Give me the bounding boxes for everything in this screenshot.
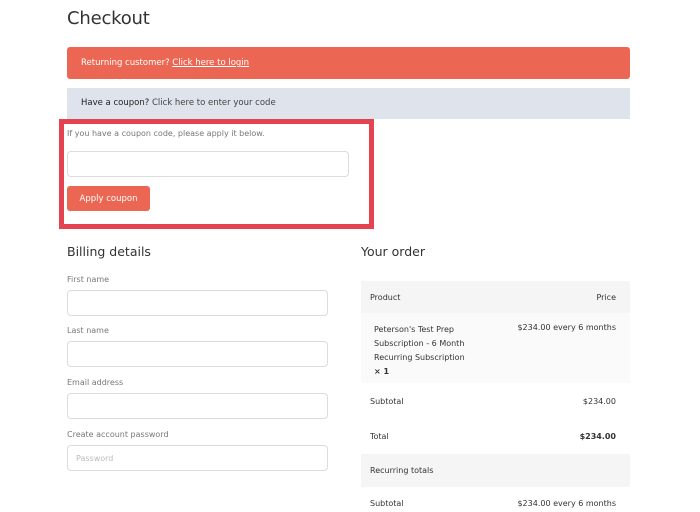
enter-coupon-link[interactable]: Click here to enter your code xyxy=(152,98,276,108)
coupon-code-input[interactable] xyxy=(67,151,349,177)
order-table-header: Product Price xyxy=(361,281,630,313)
recurring-totals-label: Recurring totals xyxy=(370,466,434,475)
product-name-cell: Peterson's Test Prep Subscription - 6 Mo… xyxy=(374,323,484,379)
first-name-field[interactable] xyxy=(67,290,328,316)
your-order-title: Your order xyxy=(361,244,425,259)
page-title: Checkout xyxy=(67,8,150,29)
total-row: Total $234.00 xyxy=(361,419,630,454)
email-address-field[interactable] xyxy=(67,393,328,419)
product-price: $234.00 every 6 months xyxy=(517,323,616,332)
email-address-label: Email address xyxy=(67,378,124,387)
subtotal-label: Subtotal xyxy=(370,396,404,406)
product-name: Peterson's Test Prep Subscription - 6 Mo… xyxy=(374,325,465,362)
order-summary-table: Product Price Peterson's Test Prep Subsc… xyxy=(361,281,630,512)
recurring-totals-row: Recurring totals xyxy=(361,454,630,487)
coupon-notice-text: Have a coupon? xyxy=(81,98,152,108)
product-column-header: Product xyxy=(370,292,401,302)
first-name-label: First name xyxy=(67,275,110,284)
checkout-page: Checkout Returning customer? Click here … xyxy=(0,0,700,512)
total-value: $234.00 xyxy=(579,432,616,441)
product-quantity: × 1 xyxy=(374,367,390,376)
last-name-field[interactable] xyxy=(67,341,328,367)
coupon-notice: Have a coupon? Click here to enter your … xyxy=(67,88,630,119)
billing-details-title: Billing details xyxy=(67,244,151,259)
last-name-label: Last name xyxy=(67,326,109,335)
coupon-hint-text: If you have a coupon code, please apply … xyxy=(67,129,265,138)
apply-coupon-button[interactable]: Apply coupon xyxy=(67,186,150,211)
recurring-subtotal-row: Subtotal $234.00 every 6 months xyxy=(361,487,630,512)
returning-customer-notice: Returning customer? Click here to login xyxy=(67,47,630,79)
account-password-field[interactable] xyxy=(67,445,328,471)
login-link[interactable]: Click here to login xyxy=(172,58,249,68)
price-column-header: Price xyxy=(596,292,616,302)
returning-customer-text: Returning customer? xyxy=(81,58,173,68)
recurring-subtotal-label: Subtotal xyxy=(370,499,404,508)
recurring-subtotal-value: $234.00 every 6 months xyxy=(517,499,616,508)
account-password-label: Create account password xyxy=(67,430,169,439)
subtotal-value: $234.00 xyxy=(582,396,616,406)
subtotal-row: Subtotal $234.00 xyxy=(361,383,630,419)
order-line-item: Peterson's Test Prep Subscription - 6 Mo… xyxy=(361,313,630,383)
total-label: Total xyxy=(370,432,389,441)
